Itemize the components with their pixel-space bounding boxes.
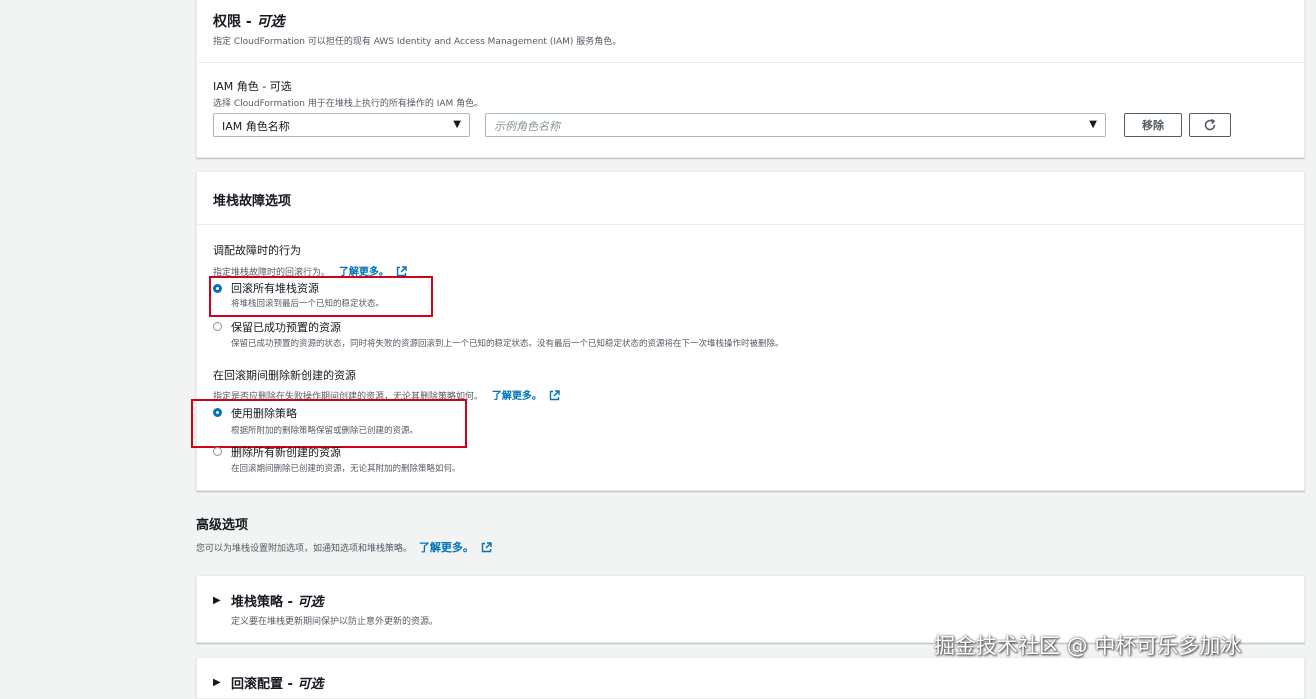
rollback-config-title-optional: 可选 bbox=[297, 677, 324, 692]
watermark: 掘金技术社区 @ 中杯可乐多加冰 bbox=[934, 634, 1242, 658]
divider bbox=[197, 224, 1304, 225]
failure-options-panel: 堆栈故障选项 调配故障时的行为 指定堆栈故障时的回滚行为。 了解更多。 回滚所有… bbox=[191, 171, 1305, 491]
caret-down-icon: ▼ bbox=[1089, 119, 1097, 130]
preserve-desc: 保留已成功预置的资源的状态，同时将失败的资源回滚到上一个已知的稳定状态。没有最后… bbox=[231, 339, 784, 349]
delete-all-new-radio[interactable] bbox=[213, 447, 222, 456]
highlight-box bbox=[209, 276, 433, 317]
permissions-panel: 权限 - 可选 指定 CloudFormation 可以担任的现有 AWS Id… bbox=[196, 0, 1305, 158]
provisioning-behavior-label: 调配故障时的行为 bbox=[213, 244, 301, 257]
highlight-box bbox=[191, 399, 467, 448]
preserve-label[interactable]: 保留已成功预置的资源 bbox=[231, 319, 341, 335]
permissions-title: 权限 - 可选 bbox=[213, 11, 285, 31]
permissions-description: 指定 CloudFormation 可以担任的现有 AWS Identity a… bbox=[213, 37, 622, 47]
stack-policy-title-text: 堆栈策略 - bbox=[231, 595, 293, 610]
refresh-button[interactable] bbox=[1189, 113, 1231, 137]
external-link-icon[interactable] bbox=[481, 542, 492, 553]
advanced-desc-text: 您可以为堆栈设置附加选项，如通知选项和堆栈策略。 bbox=[196, 544, 413, 554]
external-link-icon[interactable] bbox=[549, 390, 560, 401]
preserve-radio[interactable] bbox=[213, 322, 222, 331]
remove-button[interactable]: 移除 bbox=[1124, 113, 1182, 137]
iam-role-description: 选择 CloudFormation 用于在堆栈上执行的所有操作的 IAM 角色。 bbox=[213, 99, 484, 109]
learn-more-link[interactable]: 了解更多。 bbox=[492, 391, 542, 402]
divider bbox=[197, 62, 1304, 63]
stack-policy-title[interactable]: 堆栈策略 - 可选 bbox=[231, 591, 323, 610]
permissions-title-optional: 可选 bbox=[256, 14, 285, 30]
caret-down-icon: ▼ bbox=[453, 119, 461, 130]
stack-policy-title-optional: 可选 bbox=[297, 595, 324, 610]
stack-policy-desc: 定义要在堆栈更新期间保护以防止意外更新的资源。 bbox=[231, 617, 439, 627]
delete-new-resources-label: 在回滚期间删除新创建的资源 bbox=[213, 369, 356, 382]
iam-role-label: IAM 角色 - 可选 bbox=[213, 80, 292, 93]
caret-right-icon[interactable]: ▶ bbox=[213, 595, 221, 606]
role-type-select[interactable]: IAM 角色名称 ▼ bbox=[213, 113, 470, 137]
permissions-title-text: 权限 - bbox=[213, 14, 252, 30]
advanced-options-title: 高级选项 bbox=[196, 518, 249, 533]
role-name-placeholder: 示例角色名称 bbox=[494, 120, 560, 133]
rollback-config-panel[interactable]: ▶ 回滚配置 - 可选 bbox=[196, 657, 1305, 699]
advanced-options-desc: 您可以为堆栈设置附加选项，如通知选项和堆栈策略。 了解更多。 bbox=[196, 539, 492, 555]
role-name-select[interactable]: 示例角色名称 ▼ bbox=[485, 113, 1106, 137]
rollback-config-title-text: 回滚配置 - bbox=[231, 677, 293, 692]
refresh-icon bbox=[1204, 118, 1216, 131]
delete-all-new-label[interactable]: 删除所有新创建的资源 bbox=[231, 444, 341, 460]
failure-options-title: 堆栈故障选项 bbox=[213, 194, 292, 209]
rollback-config-title[interactable]: 回滚配置 - 可选 bbox=[231, 673, 323, 692]
caret-right-icon[interactable]: ▶ bbox=[213, 677, 221, 688]
delete-all-new-desc: 在回滚期间删除已创建的资源，无论其附加的删除策略如何。 bbox=[231, 464, 461, 474]
role-type-select-value: IAM 角色名称 bbox=[222, 120, 290, 133]
learn-more-link[interactable]: 了解更多。 bbox=[419, 541, 474, 554]
